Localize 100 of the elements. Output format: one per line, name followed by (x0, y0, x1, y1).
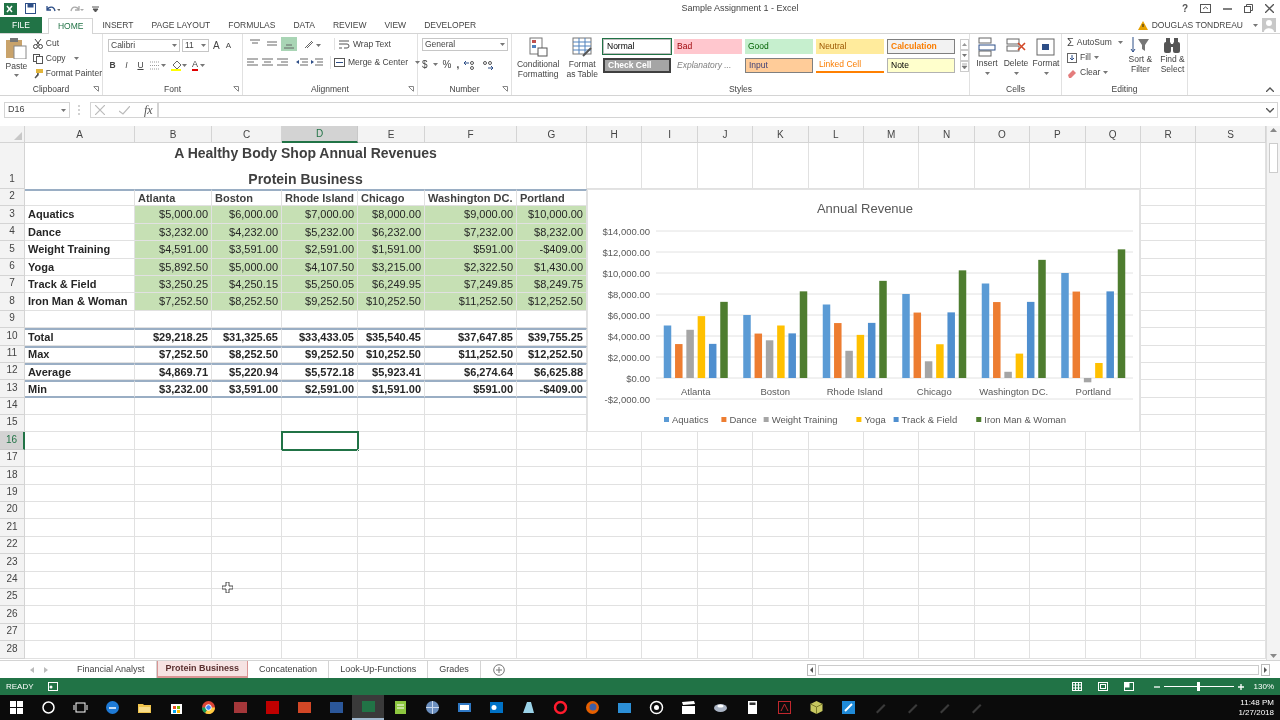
spreadsheet-cell[interactable]: $9,252.50 (282, 345, 358, 363)
column-header[interactable]: S (1196, 126, 1266, 143)
spreadsheet-cell[interactable]: $5,572.18 (282, 362, 358, 381)
spreadsheet-cell[interactable]: $9,000.00 (425, 206, 517, 224)
row-header[interactable]: 13 (0, 380, 25, 398)
comma-button[interactable]: , (456, 57, 460, 72)
spreadsheet-cell[interactable]: $11,252.50 (425, 345, 517, 363)
fill-button[interactable]: Fill (1067, 51, 1123, 64)
column-header[interactable]: M (863, 126, 920, 143)
insert-button[interactable]: Insert (975, 37, 999, 83)
spreadsheet-cell[interactable]: $3,591.00 (212, 241, 282, 259)
column-header[interactable]: N (919, 126, 975, 143)
spreadsheet-cell[interactable]: $9,252.50 (282, 293, 358, 311)
row-header[interactable]: 10 (0, 328, 25, 346)
column-header[interactable]: L (808, 126, 864, 143)
column-header[interactable]: F (425, 126, 517, 143)
spreadsheet-cell[interactable]: $7,252.50 (135, 293, 212, 311)
column-header[interactable]: D (282, 126, 358, 143)
cell-style[interactable]: Bad (674, 39, 742, 54)
column-header[interactable]: I (642, 126, 698, 143)
wrap-text-button[interactable]: Wrap Text (334, 37, 391, 51)
column-header[interactable]: B (135, 126, 212, 143)
row-header[interactable]: 5 (0, 241, 25, 259)
row-header[interactable]: 8 (0, 293, 25, 311)
spreadsheet-cell[interactable]: $1,591.00 (358, 380, 425, 398)
row-header[interactable]: 1 (0, 143, 25, 189)
ribbon-tab[interactable]: DEVELOPER (415, 17, 486, 33)
conditional-formatting-button[interactable]: Conditional Formatting (515, 37, 562, 83)
cell-style[interactable]: Neutral (816, 39, 884, 54)
column-header[interactable]: J (697, 126, 754, 143)
copy-button[interactable]: Copy (32, 52, 102, 65)
percent-button[interactable]: % (442, 57, 452, 72)
row-header[interactable]: 20 (0, 502, 25, 520)
spreadsheet-cell[interactable]: $3,232.00 (135, 380, 212, 398)
zoom-level[interactable]: 130% (1253, 680, 1274, 693)
ribbon-tab[interactable]: FORMULAS (219, 17, 285, 33)
format-button[interactable]: Format (1033, 37, 1059, 83)
ribbon-tab[interactable]: VIEW (375, 17, 416, 33)
spreadsheet-cell[interactable]: $7,000.00 (282, 206, 358, 224)
row-header[interactable]: 16 (0, 432, 25, 450)
spreadsheet-cell[interactable]: $5,923.41 (358, 362, 425, 381)
name-box[interactable]: D16 (4, 102, 70, 118)
ribbon-tab[interactable]: INSERT (93, 17, 143, 33)
format-painter-button[interactable]: Format Painter (32, 67, 102, 80)
spreadsheet-cell[interactable]: $11,252.50 (425, 293, 517, 311)
user-name[interactable]: DOUGLAS TONDREAU (1151, 18, 1243, 32)
ribbon-tab[interactable]: HOME (47, 18, 94, 34)
spreadsheet-cell[interactable]: $591.00 (425, 241, 517, 259)
sort-filter-button[interactable]: Sort & Filter (1126, 36, 1154, 83)
grow-font-button[interactable]: A (211, 38, 222, 53)
spreadsheet-cell[interactable]: $31,325.65 (212, 328, 282, 346)
column-header[interactable]: C (212, 126, 282, 143)
cell-style[interactable]: Good (745, 39, 813, 54)
row-header[interactable]: 15 (0, 415, 25, 433)
spreadsheet-cell[interactable]: $35,540.45 (358, 328, 425, 346)
merged-cell[interactable]: A Healthy Body Shop Annual Revenues Protein Business (25, 143, 587, 189)
column-header[interactable]: A (25, 126, 135, 143)
column-header[interactable]: Q (1085, 126, 1141, 143)
autosum-button[interactable]: Σ AutoSum (1067, 36, 1123, 49)
spreadsheet-cell[interactable]: $10,000.00 (517, 206, 587, 224)
underline-button[interactable]: U (136, 59, 145, 72)
spreadsheet-cell[interactable]: $33,433.05 (282, 328, 358, 346)
spreadsheet-cell[interactable]: $4,869.71 (135, 362, 212, 381)
cut-button[interactable]: Cut (32, 37, 102, 50)
column-header[interactable]: K (753, 126, 809, 143)
row-header[interactable]: 21 (0, 519, 25, 537)
delete-button[interactable]: Delete (1003, 37, 1029, 83)
column-header[interactable]: R (1140, 126, 1197, 143)
spreadsheet-cell[interactable]: $8,000.00 (358, 206, 425, 224)
spreadsheet-cell[interactable]: $7,252.50 (135, 345, 212, 363)
column-header[interactable]: O (974, 126, 1031, 143)
find-select-button[interactable]: Find & Select (1158, 36, 1187, 83)
shrink-font-button[interactable]: A (223, 39, 233, 52)
insert-function-button[interactable]: fx (144, 101, 153, 119)
bold-button[interactable]: B (108, 59, 117, 72)
column-header[interactable]: P (1030, 126, 1086, 143)
column-header[interactable]: G (517, 126, 587, 143)
spreadsheet-cell[interactable]: $5,220.94 (212, 362, 282, 381)
italic-button[interactable]: I (122, 59, 131, 72)
number-format-field[interactable]: General (422, 38, 508, 51)
spreadsheet-cell[interactable]: Total (25, 328, 135, 346)
help-button[interactable]: ? (1181, 1, 1188, 16)
font-color-button[interactable]: A (192, 59, 205, 71)
spreadsheet-cell[interactable]: $10,252.50 (358, 345, 425, 363)
sheet-tab[interactable]: Protein Business (156, 661, 249, 678)
column-header[interactable]: H (587, 126, 643, 143)
row-header[interactable]: 23 (0, 554, 25, 572)
row-header[interactable]: 26 (0, 606, 25, 624)
ribbon-tab[interactable]: REVIEW (323, 17, 376, 33)
spreadsheet-cell[interactable]: $5,000.00 (135, 206, 212, 224)
spreadsheet-cell[interactable]: $2,591.00 (282, 380, 358, 398)
spreadsheet-cell[interactable]: $12,252.50 (517, 293, 587, 311)
spreadsheet-cell[interactable]: $591.00 (425, 380, 517, 398)
row-header[interactable]: 2 (0, 189, 25, 207)
spreadsheet-cell[interactable]: $37,647.85 (425, 328, 517, 346)
spreadsheet-cell[interactable]: $1,591.00 (358, 241, 425, 259)
row-header[interactable]: 3 (0, 206, 25, 224)
merge-center-button[interactable]: Merge & Center (330, 56, 420, 69)
spreadsheet-cell[interactable]: $6,274.64 (425, 362, 517, 381)
spreadsheet-cell[interactable]: $6,000.00 (212, 206, 282, 224)
